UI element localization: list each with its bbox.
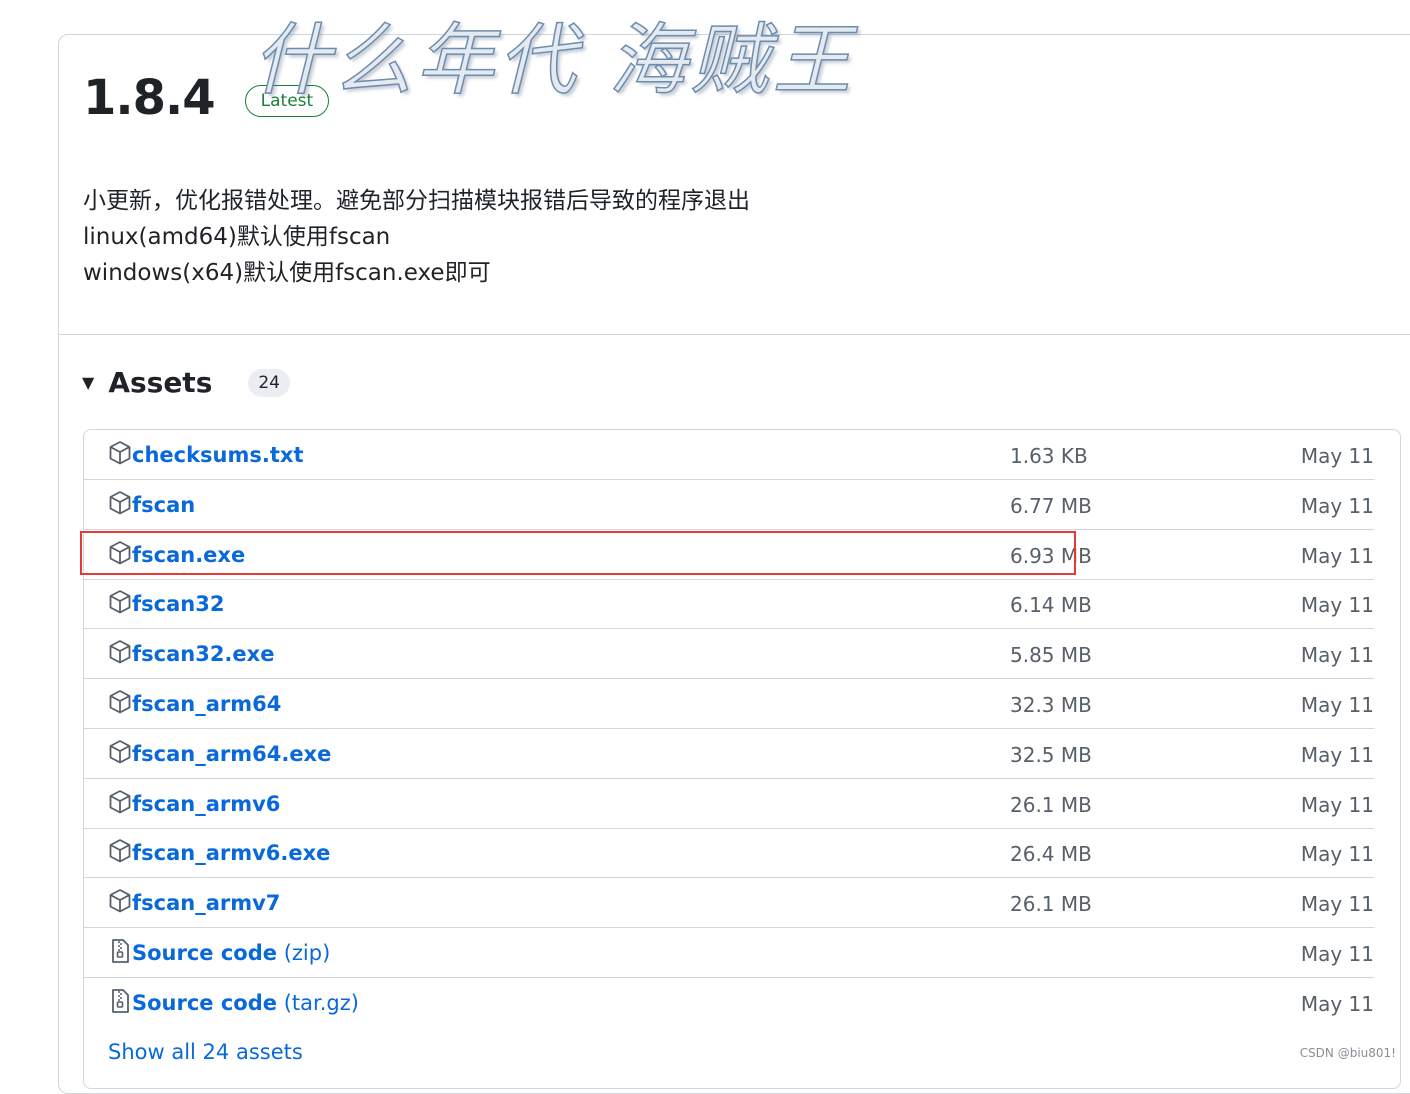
package-icon: [108, 838, 132, 864]
asset-size: 32.3 MB: [1010, 693, 1092, 717]
asset-link[interactable]: fscan32: [132, 592, 224, 616]
asset-row: fscan_armv6 26.1 MB May 11: [84, 779, 1374, 829]
asset-size: 26.4 MB: [1010, 842, 1092, 867]
file-zip-icon: [108, 988, 132, 1014]
highlight-box: [80, 531, 1076, 575]
asset-link[interactable]: Source code (zip): [132, 941, 330, 965]
asset-link[interactable]: checksums.txt: [132, 443, 304, 467]
asset-link[interactable]: fscan_armv6.exe: [132, 841, 330, 865]
asset-name: fscan32: [132, 592, 225, 617]
watermark-text: 什么年代 海贼王: [251, 15, 855, 107]
release-note-line: windows(x64)默认使用fscan.exe即可: [83, 260, 491, 286]
asset-name: fscan_arm64.exe: [132, 741, 332, 766]
asset-size: 5.85 MB: [1010, 643, 1092, 668]
asset-link[interactable]: Source code (tar.gz): [132, 991, 359, 1015]
asset-size: 32.5 MB: [1010, 742, 1092, 767]
package-icon: [108, 689, 132, 715]
release-note-line: 小更新，优化报错处理。避免部分扫描模块报错后导致的程序退出: [83, 188, 750, 214]
asset-size: 26.1 MB: [1010, 792, 1092, 817]
asset-name: fscan_armv7: [132, 891, 281, 916]
asset-date: May 11: [1300, 842, 1374, 867]
asset-date: May 11: [1300, 444, 1374, 468]
asset-row: fscan32 6.14 MB May 11: [84, 579, 1374, 630]
asset-date: May 11: [1300, 493, 1374, 518]
asset-link[interactable]: fscan32.exe: [132, 642, 274, 666]
asset-link[interactable]: fscan_arm64.exe: [132, 742, 331, 766]
asset-row: fscan_arm64 32.3 MB May 11: [84, 679, 1374, 729]
asset-name: fscan_armv6: [132, 791, 281, 816]
package-icon: [108, 888, 132, 914]
asset-row: fscan_armv6.exe 26.4 MB May 11: [84, 828, 1374, 879]
asset-size: 6.77 MB: [1010, 493, 1092, 518]
package-icon: [108, 440, 132, 466]
release-version[interactable]: 1.8.4: [83, 70, 216, 126]
caret-down-icon: ▼: [82, 373, 95, 392]
section-divider: [59, 334, 1410, 335]
asset-name-suffix: (zip): [277, 941, 331, 965]
asset-name: checksums.txt: [132, 443, 304, 467]
asset-row: fscan_armv7 26.1 MB May 11: [84, 878, 1374, 929]
release-notes: 小更新，优化报错处理。避免部分扫描模块报错后导致的程序退出 linux(amd6…: [83, 183, 750, 291]
asset-date: May 11: [1300, 643, 1374, 668]
asset-link[interactable]: fscan_armv7: [132, 891, 280, 915]
asset-date: May 11: [1300, 892, 1374, 917]
asset-date: May 11: [1300, 792, 1374, 817]
asset-name: fscan32.exe: [132, 642, 275, 667]
asset-name: Source code: [132, 941, 278, 965]
asset-name: fscan: [132, 492, 196, 517]
asset-date: May 11: [1300, 942, 1374, 966]
asset-link[interactable]: fscan_armv6: [132, 792, 280, 816]
package-icon: [108, 739, 132, 765]
asset-row: checksums.txt 1.63 KB May 11: [84, 430, 1374, 480]
asset-date: May 11: [1300, 991, 1374, 1016]
asset-date: May 11: [1300, 693, 1374, 717]
asset-name: Source code: [132, 990, 278, 1015]
asset-size: 26.1 MB: [1010, 892, 1092, 917]
asset-name-suffix: (tar.gz): [277, 990, 359, 1015]
asset-name: fscan_arm64: [132, 692, 282, 716]
asset-row: fscan32.exe 5.85 MB May 11: [84, 629, 1374, 680]
asset-row: Source code (zip) May 11: [84, 928, 1374, 978]
show-all-assets-link[interactable]: Show all 24 assets: [108, 1040, 303, 1064]
asset-link[interactable]: fscan_arm64: [132, 692, 281, 716]
asset-name: fscan_armv6.exe: [132, 841, 331, 866]
asset-date: May 11: [1300, 543, 1374, 568]
assets-title: Assets: [108, 366, 213, 399]
asset-row: fscan_arm64.exe 32.5 MB May 11: [84, 729, 1374, 779]
assets-count-badge: 24: [248, 368, 290, 397]
asset-date: May 11: [1300, 593, 1374, 618]
asset-size: 1.63 KB: [1010, 444, 1088, 468]
asset-size: 6.14 MB: [1010, 593, 1092, 618]
asset-row: fscan 6.77 MB May 11: [84, 480, 1374, 530]
csdn-credit: CSDN @biu801!: [1299, 1046, 1396, 1060]
package-icon: [108, 589, 132, 615]
package-icon: [108, 490, 132, 516]
assets-toggle[interactable]: ▼ Assets 24: [82, 366, 290, 399]
file-zip-icon: [108, 938, 132, 964]
asset-row: Source code (tar.gz) May 11: [84, 978, 1374, 1028]
release-note-line: linux(amd64)默认使用fscan: [83, 224, 391, 250]
asset-link[interactable]: fscan: [132, 493, 195, 517]
asset-date: May 11: [1300, 742, 1374, 767]
package-icon: [108, 639, 132, 665]
package-icon: [108, 789, 132, 815]
